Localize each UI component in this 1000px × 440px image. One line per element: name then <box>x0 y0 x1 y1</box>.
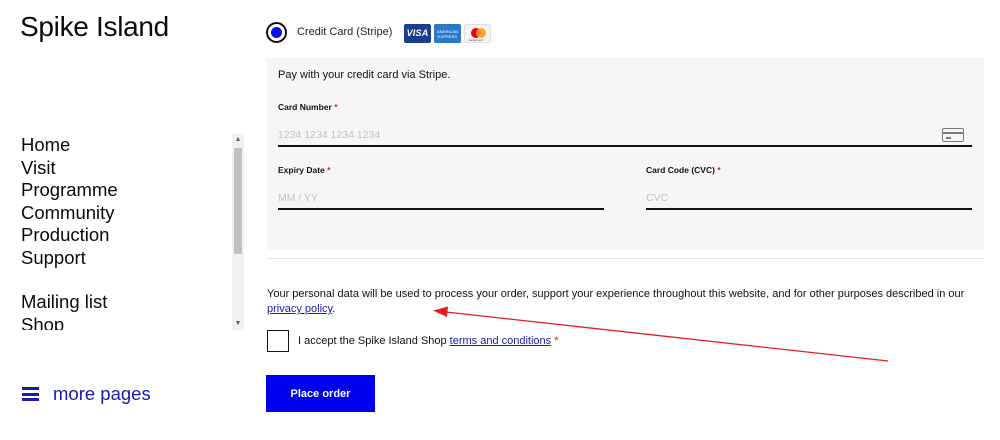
expiry-date-input[interactable] <box>278 189 604 210</box>
nav-item-programme[interactable]: Programme <box>21 179 118 202</box>
payment-method-radio[interactable] <box>266 22 287 43</box>
scroll-thumb[interactable] <box>234 148 242 254</box>
terms-and-conditions-link[interactable]: terms and conditions <box>450 335 552 347</box>
nav-item-shop[interactable]: Shop <box>21 314 118 331</box>
payment-description: Pay with your credit card via Stripe. <box>278 69 451 81</box>
privacy-notice: Your personal data will be used to proce… <box>267 288 965 315</box>
payment-fields-panel <box>266 58 984 250</box>
scroll-up-arrow-icon[interactable]: ▲ <box>232 134 244 146</box>
nav-item-production[interactable]: Production <box>21 224 118 247</box>
nav-item-visit[interactable]: Visit <box>21 157 118 180</box>
card-code-input[interactable] <box>646 189 972 210</box>
scroll-down-arrow-icon[interactable]: ▼ <box>232 318 244 330</box>
visa-logo-icon: VISA <box>404 24 431 43</box>
nav-item-home[interactable]: Home <box>21 134 118 157</box>
place-order-button[interactable]: Place order <box>266 375 375 412</box>
nav-scrollbar[interactable]: ▲ ▼ <box>232 134 244 330</box>
site-logo[interactable]: Spike Island <box>20 11 169 43</box>
privacy-policy-link[interactable]: privacy policy <box>267 303 332 315</box>
more-pages-label: more pages <box>53 383 151 404</box>
amex-logo-icon: AMERICAN EXPRESS <box>434 24 461 43</box>
mastercard-logo-icon: mastercard <box>464 24 491 43</box>
nav-item-mailing-list[interactable]: Mailing list <box>21 291 118 314</box>
card-code-label: Card Code (CVC) * <box>646 165 721 175</box>
nav-item-community[interactable]: Community <box>21 202 118 225</box>
nav-list: Home Visit Programme Community Productio… <box>21 134 118 330</box>
section-divider <box>266 258 984 259</box>
credit-card-icon <box>942 128 964 142</box>
card-number-label: Card Number * <box>278 102 338 112</box>
expiry-date-label: Expiry Date * <box>278 165 331 175</box>
more-pages-link[interactable]: more pages <box>22 383 151 405</box>
sidebar-nav: Home Visit Programme Community Productio… <box>0 134 246 330</box>
nav-item-support[interactable]: Support <box>21 247 118 270</box>
terms-checkbox[interactable] <box>267 330 289 352</box>
terms-label: I accept the Spike Island Shop terms and… <box>298 335 559 347</box>
hamburger-menu-icon <box>22 387 39 401</box>
nav-spacer <box>21 269 118 291</box>
payment-method-label[interactable]: Credit Card (Stripe) <box>297 26 392 38</box>
card-number-input[interactable] <box>278 126 972 147</box>
